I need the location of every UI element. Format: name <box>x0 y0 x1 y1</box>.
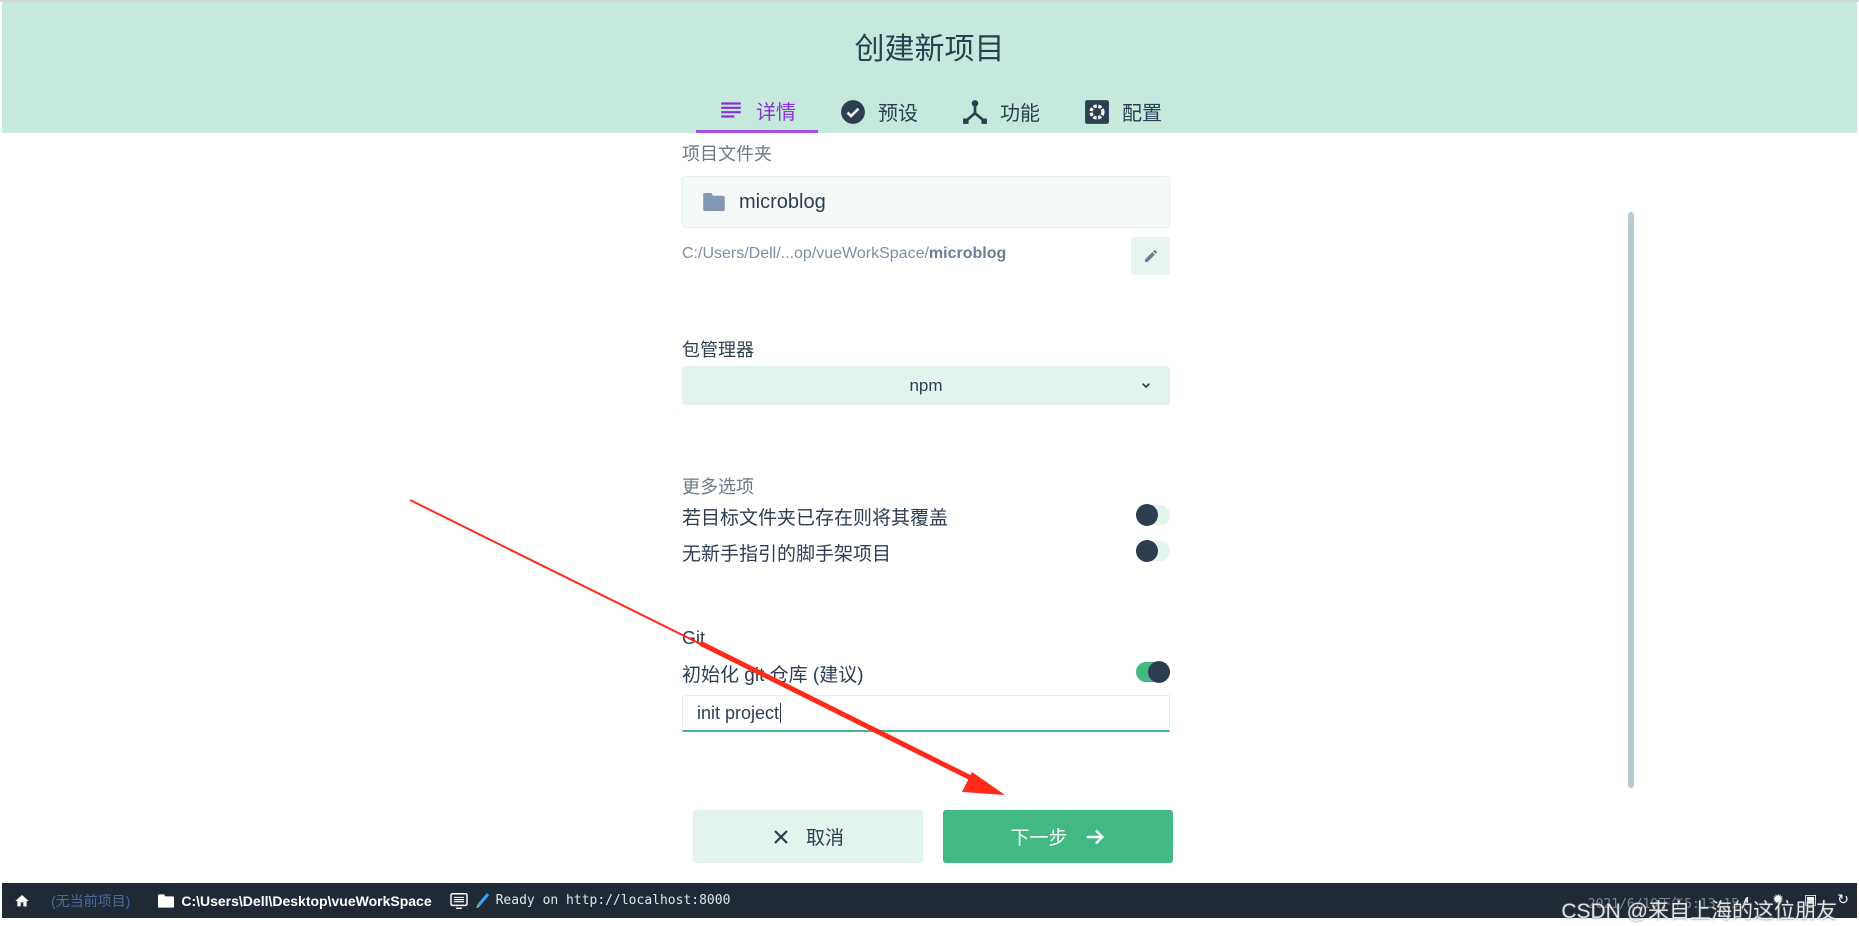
tab-label: 功能 <box>1000 103 1040 125</box>
edit-path-button[interactable] <box>1131 237 1170 275</box>
text-cursor <box>780 703 782 723</box>
tab-label: 配置 <box>1122 103 1162 125</box>
annotation-arrow <box>409 499 1005 795</box>
commit-message-input[interactable]: init project <box>682 695 1170 732</box>
details-list-icon <box>721 102 741 118</box>
cancel-label: 取消 <box>805 828 844 849</box>
tab-features[interactable]: 功能 <box>940 90 1062 133</box>
path-name: microblog <box>928 245 1007 262</box>
toggle-knob <box>1136 540 1158 562</box>
selected-value: npm <box>909 375 943 395</box>
more-options-label: 更多选项 <box>682 477 754 497</box>
pencil-icon <box>1144 249 1157 262</box>
refresh-icon[interactable]: ↻ <box>1837 891 1849 908</box>
folder-icon <box>703 193 725 211</box>
fork-icon <box>963 99 987 124</box>
watermark: CSDN @来自上海的这位朋友 <box>1561 900 1837 923</box>
cwd-button[interactable]: C:\Users\Dell\Desktop\vueWorkSpace <box>158 892 432 909</box>
path-prefix: C:/Users/Dell/...op/vueWorkSpace/ <box>682 245 929 262</box>
package-manager-select[interactable]: npm <box>682 366 1170 405</box>
toggle-knob <box>1148 661 1170 683</box>
cwd-path: C:\Users\Dell\Desktop\vueWorkSpace <box>181 892 432 909</box>
bare-scaffold-toggle[interactable] <box>1136 540 1170 562</box>
force-overwrite-toggle[interactable] <box>1136 504 1170 526</box>
check-circle-icon <box>841 99 865 124</box>
scrollbar[interactable] <box>1628 212 1634 788</box>
folder-label: 项目文件夹 <box>682 144 772 164</box>
home-button[interactable]: (无当前项目) <box>14 891 130 911</box>
log-message: Ready on http://localhost:8000 <box>495 893 731 908</box>
force-overwrite-label: 若目标文件夹已存在则将其覆盖 <box>682 508 949 529</box>
bare-scaffold-label: 无新手指引的脚手架项目 <box>682 544 892 565</box>
gear-box-icon <box>1085 99 1109 124</box>
folder-path: C:/Users/Dell/...op/vueWorkSpace/microbl… <box>682 245 1006 263</box>
step-tabs: 详情 预设 功能 配置 <box>696 90 1184 133</box>
chevron-down-icon <box>1142 383 1150 389</box>
next-label: 下一步 <box>1010 828 1068 849</box>
package-manager-label: 包管理器 <box>682 340 754 360</box>
tab-label: 预设 <box>878 103 918 125</box>
folder-name: microblog <box>739 190 826 213</box>
arrow-head <box>962 772 1005 795</box>
page-title: 创建新项目 <box>854 33 1005 66</box>
console-icon <box>449 892 468 909</box>
current-project: (无当前项目) <box>51 892 131 909</box>
git-label: Git <box>682 628 706 648</box>
tab-presets[interactable]: 预设 <box>818 90 940 133</box>
project-folder-input[interactable]: microblog <box>682 176 1170 228</box>
folder-icon <box>158 893 175 908</box>
git-init-label: 初始化 git 仓库 (建议) <box>682 665 864 686</box>
toggle-knob <box>1136 504 1158 526</box>
commit-message-value: init project <box>697 702 780 723</box>
brush-icon <box>475 892 489 908</box>
tab-details[interactable]: 详情 <box>696 90 818 133</box>
header: 创建新项目 详情 预设 功能 配置 <box>2 2 1857 133</box>
git-init-toggle[interactable] <box>1136 661 1170 683</box>
tab-config[interactable]: 配置 <box>1062 90 1184 133</box>
cancel-button[interactable]: 取消 <box>693 810 923 863</box>
next-button[interactable]: 下一步 <box>943 810 1173 863</box>
arrow-right-icon <box>1086 829 1104 844</box>
log-button[interactable]: Ready on http://localhost:8000 <box>449 892 731 909</box>
home-icon <box>15 894 29 906</box>
close-icon <box>774 829 788 844</box>
tab-label: 详情 <box>756 101 796 124</box>
